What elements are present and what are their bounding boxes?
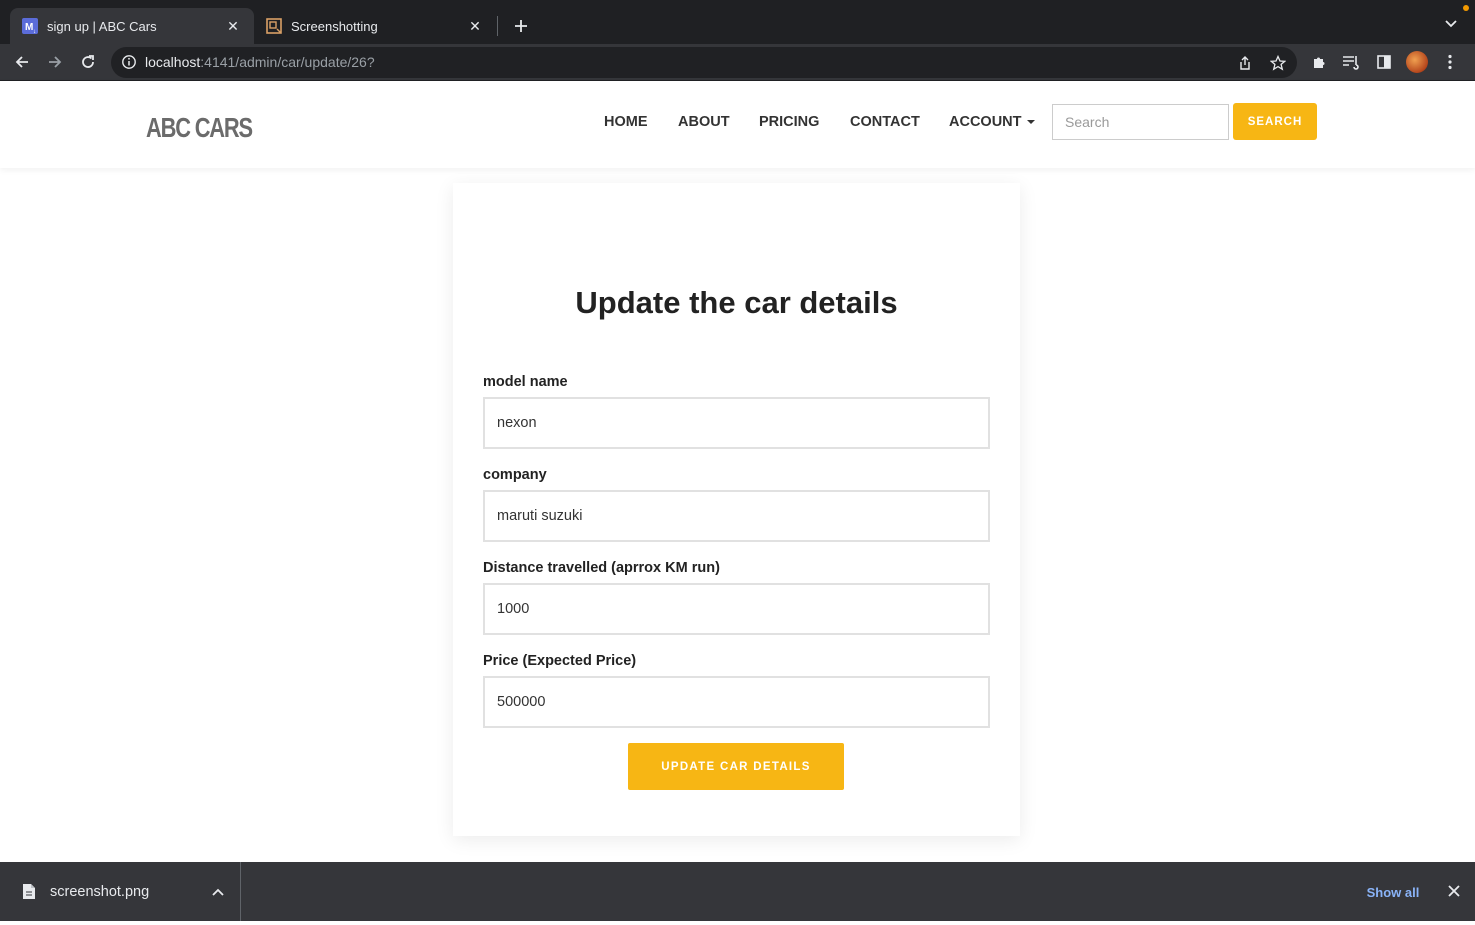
- recording-indicator-icon: [1463, 5, 1469, 11]
- new-tab-plus-icon[interactable]: [509, 14, 533, 38]
- caret-down-icon: [1026, 120, 1035, 125]
- close-tab-icon[interactable]: ✕: [224, 17, 242, 35]
- back-arrow-icon[interactable]: [10, 50, 34, 74]
- extensions-puzzle-icon[interactable]: [1307, 50, 1331, 74]
- nav-about[interactable]: ABOUT: [678, 114, 730, 130]
- tab-divider: [497, 16, 498, 36]
- price-input[interactable]: [483, 676, 990, 728]
- page-title: Update the car details: [575, 285, 898, 320]
- search-button[interactable]: SEARCH: [1233, 103, 1317, 140]
- company-input[interactable]: [483, 490, 990, 542]
- tab-title: Screenshotting: [291, 18, 378, 34]
- tab-search-chevron-icon[interactable]: [1441, 14, 1461, 34]
- distance-input[interactable]: [483, 583, 990, 635]
- search-input[interactable]: [1052, 104, 1229, 140]
- close-shelf-icon[interactable]: [1443, 880, 1465, 902]
- forward-arrow-icon[interactable]: [43, 50, 67, 74]
- model-name-label: model name: [483, 374, 568, 390]
- markdown-favicon-icon: M ↓: [22, 18, 38, 34]
- site-header: ABC CARS HOME ABOUT PRICING CONTACT ACCO…: [0, 81, 1475, 168]
- browser-tab-strip: M ↓ sign up | ABC Cars ✕ Screenshotting ✕: [0, 0, 1475, 44]
- distance-label: Distance travelled (aprrox KM run): [483, 560, 720, 576]
- nav-pricing[interactable]: PRICING: [759, 114, 819, 130]
- update-car-card: Update the car details model name compan…: [453, 183, 1020, 836]
- nav-account-label: ACCOUNT: [949, 114, 1022, 130]
- show-all-downloads-button[interactable]: Show all: [1357, 878, 1429, 906]
- tab-title: sign up | ABC Cars: [47, 18, 157, 34]
- company-label: company: [483, 467, 547, 483]
- update-car-details-button[interactable]: UPDATE CAR DETAILS: [628, 743, 844, 790]
- browser-toolbar: localhost:4141/admin/car/update/26?: [0, 44, 1475, 81]
- download-shelf: screenshot.png Show all: [0, 862, 1475, 921]
- bookmark-star-icon[interactable]: [1268, 53, 1288, 73]
- reading-list-icon[interactable]: [1339, 50, 1363, 74]
- url-path: :4141/admin/car/update/26?: [200, 54, 375, 70]
- side-panel-icon[interactable]: [1372, 50, 1396, 74]
- download-item[interactable]: screenshot.png: [0, 862, 241, 921]
- nav-home[interactable]: HOME: [604, 114, 648, 130]
- url-host: localhost: [145, 54, 201, 70]
- nav-contact[interactable]: CONTACT: [850, 114, 920, 130]
- site-logo[interactable]: ABC CARS: [146, 111, 253, 145]
- more-menu-icon[interactable]: [1438, 50, 1462, 74]
- model-name-input[interactable]: [483, 397, 990, 449]
- tab-sign-up[interactable]: M ↓ sign up | ABC Cars ✕: [10, 8, 254, 44]
- file-icon: [22, 883, 36, 900]
- chevron-up-icon[interactable]: [209, 883, 227, 901]
- price-label: Price (Expected Price): [483, 653, 637, 669]
- url-text: localhost:4141/admin/car/update/26?: [145, 54, 375, 70]
- reload-icon[interactable]: [76, 50, 100, 74]
- nav-account-dropdown[interactable]: ACCOUNT: [949, 114, 1035, 130]
- screenshot-favicon-icon: [266, 18, 282, 34]
- tab-screenshotting[interactable]: Screenshotting ✕: [254, 8, 496, 44]
- close-tab-icon[interactable]: ✕: [466, 17, 484, 35]
- window-bottom-edge: [0, 921, 1475, 925]
- share-icon[interactable]: [1235, 53, 1255, 73]
- download-file-name: screenshot.png: [50, 884, 150, 900]
- svg-text:↓: ↓: [33, 29, 36, 34]
- address-bar[interactable]: localhost:4141/admin/car/update/26?: [111, 47, 1297, 78]
- profile-avatar[interactable]: [1406, 51, 1428, 73]
- site-info-icon[interactable]: [121, 54, 137, 70]
